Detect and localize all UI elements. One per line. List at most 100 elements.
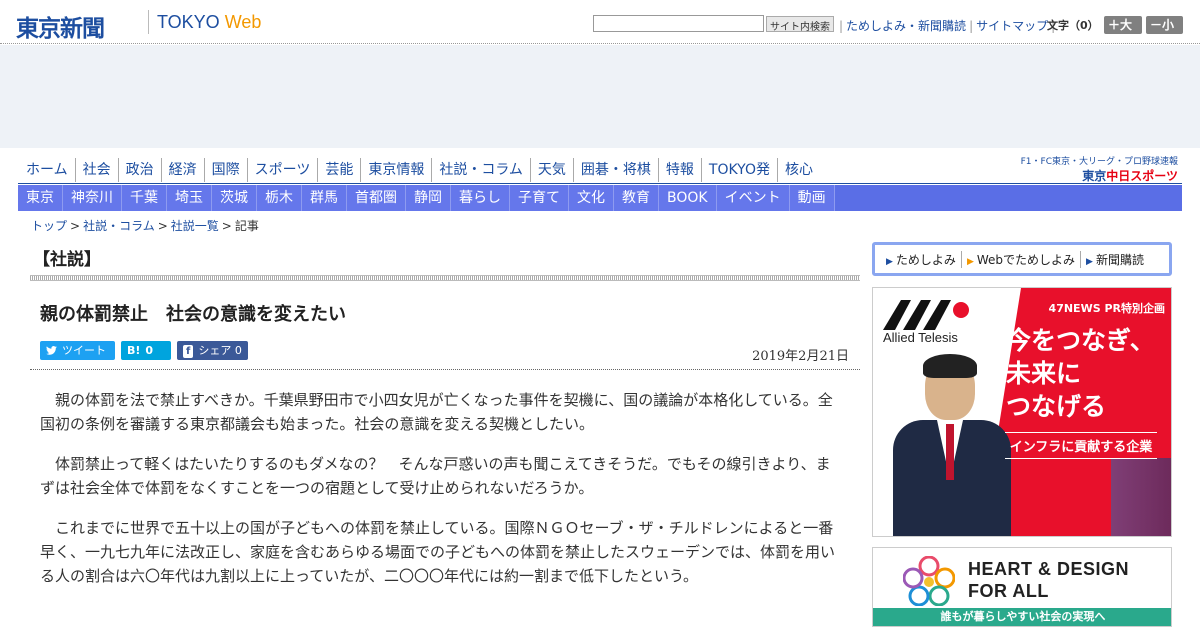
breadcrumb: トップ > 社説・コラム > 社説一覧 > 記事	[31, 217, 259, 234]
side-link-web-trial[interactable]: ▶ Webでためしよみ	[962, 250, 1082, 268]
facebook-icon: f	[183, 345, 194, 358]
article-paragraph: 親の体罰を法で禁止すべきか。千葉県野田市で小四女児が亡くなった事件を契機に、国の…	[40, 391, 833, 433]
sitemap-link[interactable]: サイトマップ	[976, 19, 1048, 33]
gnav-international[interactable]: 国際	[205, 158, 248, 182]
brand-web: Web	[224, 12, 262, 32]
ad-portrait	[893, 354, 1013, 536]
global-nav: ホーム 社会 政治 経済 国際 スポーツ 芸能 東京情報 社説・コラム 天気 囲…	[18, 157, 1182, 184]
snav-chiba[interactable]: 千葉	[122, 185, 167, 211]
gnav-kakushin[interactable]: 核心	[778, 158, 820, 182]
site-logo[interactable]: 東京新聞	[16, 9, 105, 43]
gnav-tokuho[interactable]: 特報	[659, 158, 702, 182]
hatena-bookmark-button[interactable]: B! 0	[121, 341, 171, 360]
fb-share-count: 0	[234, 344, 242, 357]
side-link-subscribe[interactable]: ▶ 新聞購読	[1081, 251, 1149, 268]
heart-design-ad[interactable]: HEART & DESIGN FOR ALL 誰もが暮らしやすい社会の実現へ	[872, 547, 1172, 627]
trial-subscribe-link[interactable]: ためしよみ・新聞購読	[846, 19, 966, 33]
site-search-button[interactable]: サイト内検索	[766, 16, 834, 33]
breadcrumb-top[interactable]: トップ	[31, 219, 67, 233]
gnav-tokyo-info[interactable]: 東京情報	[361, 158, 433, 182]
snav-saitama[interactable]: 埼玉	[167, 185, 212, 211]
search-input[interactable]	[593, 15, 764, 32]
logo-divider	[148, 10, 149, 34]
font-smaller-button[interactable]: －小	[1146, 16, 1183, 34]
date-divider	[30, 369, 860, 370]
ad2-title: HEART & DESIGN FOR ALL	[968, 559, 1130, 601]
allied-telesis-ad[interactable]: Allied Telesis 47NEWS PR特別企画 今をつなぎ、 未来に …	[872, 287, 1172, 537]
snav-shutoken[interactable]: 首都圏	[347, 185, 406, 211]
gnav-entertainment[interactable]: 芸能	[318, 158, 362, 182]
facebook-share-button[interactable]: f シェア 0	[177, 341, 248, 360]
side-link-label: ためしよみ	[895, 252, 956, 267]
font-larger-button[interactable]: ＋大	[1104, 16, 1142, 34]
breadcrumb-editorial-list[interactable]: 社説一覧	[171, 219, 219, 233]
subscription-links: ▶ ためしよみ ▶ Webでためしよみ ▶ 新聞購読	[872, 242, 1172, 276]
snav-event[interactable]: イベント	[716, 185, 790, 211]
gnav-weather[interactable]: 天気	[531, 158, 574, 182]
article-body: 親の体罰を法で禁止すべきか。千葉県野田市で小四女児が亡くなった事件を契機に、国の…	[40, 388, 845, 604]
gnav-go-shogi[interactable]: 囲碁・将棋	[574, 158, 659, 182]
gnav-economy[interactable]: 経済	[162, 158, 205, 182]
tokyo-web-brand[interactable]: TOKYO Web	[157, 12, 261, 33]
article-title: 親の体罰禁止 社会の意識を変えたい	[40, 304, 346, 325]
breadcrumb-sep: >	[221, 219, 232, 233]
triangle-right-icon: ▶	[966, 256, 974, 267]
triangle-right-icon: ▶	[886, 256, 893, 267]
triangle-right-icon: ▶	[1086, 256, 1093, 267]
article-paragraph: 体罰禁止って軽くはたいたりするのもダメなの？ そんな戸惑いの声も聞こえてきそうだ…	[40, 455, 831, 497]
heading-divider	[30, 275, 860, 281]
side-link-trial[interactable]: ▶ ためしよみ	[881, 250, 962, 268]
side-link-label: Webでためしよみ	[976, 252, 1076, 267]
allied-telesis-logo-icon	[883, 300, 969, 330]
snav-kyoiku[interactable]: 教育	[614, 185, 659, 211]
top-ad-banner[interactable]	[0, 45, 1200, 148]
gnav-politics[interactable]: 政治	[119, 158, 162, 182]
snav-book[interactable]: BOOK	[659, 185, 717, 211]
regional-nav: 東京 神奈川 千葉 埼玉 茨城 栃木 群馬 首都圏 静岡 暮らし 子育て 文化 …	[18, 185, 1182, 211]
flower-logo-icon	[903, 556, 955, 606]
snav-kurashi[interactable]: 暮らし	[451, 185, 510, 211]
article-date: 2019年2月21日	[752, 349, 849, 364]
gnav-society[interactable]: 社会	[76, 158, 119, 182]
ad-subline: インフラに貢献する企業	[1005, 432, 1157, 459]
tweet-label: ツイート	[62, 344, 106, 357]
section-heading: 【社説】	[33, 250, 101, 270]
gnav-tokyo-hatsu[interactable]: TOKYO発	[702, 158, 778, 182]
breadcrumb-editorial-column[interactable]: 社説・コラム	[83, 219, 155, 233]
tweet-button[interactable]: ツイート	[40, 341, 115, 360]
snav-kanagawa[interactable]: 神奈川	[63, 185, 122, 211]
snav-kosodate[interactable]: 子育て	[510, 185, 569, 211]
snav-bunka[interactable]: 文化	[569, 185, 614, 211]
snav-gunma[interactable]: 群馬	[302, 185, 347, 211]
gnav-editorial-column[interactable]: 社説・コラム	[432, 158, 531, 182]
breadcrumb-sep: >	[70, 219, 81, 233]
breadcrumb-current: 記事	[234, 219, 259, 233]
chunichi-name: 中日スポーツ	[1106, 169, 1178, 183]
brand-tokyo: TOKYO	[157, 12, 220, 32]
chunichi-tagline: F1・FC東京・大リーグ・プロ野球速報	[1020, 157, 1178, 167]
snav-ibaraki[interactable]: 茨城	[212, 185, 257, 211]
chunichi-prefix: 東京	[1082, 169, 1107, 183]
hatena-count: 0	[145, 344, 154, 357]
hatena-b-icon: B!	[127, 344, 141, 357]
side-link-label: 新聞購読	[1095, 252, 1144, 267]
ad-pr-label: 47NEWS PR特別企画	[1048, 302, 1165, 315]
chunichi-logo: 東京中日スポーツ	[1021, 167, 1178, 184]
snav-tokyo[interactable]: 東京	[18, 185, 63, 211]
divider: |	[969, 19, 974, 33]
gnav-home[interactable]: ホーム	[18, 158, 76, 182]
header-links: | ためしよみ・新聞購読 | サイトマップ |	[836, 17, 1058, 34]
ad-headline: 今をつなぎ、 未来に つなげる	[1006, 326, 1155, 421]
article-paragraph: これまでに世界で五十以上の国が子どもへの体罰を禁止している。国際ＮＧＯセーブ・ザ…	[40, 519, 836, 585]
chunichi-sports-link[interactable]: F1・FC東京・大リーグ・プロ野球速報 東京中日スポーツ	[1021, 154, 1178, 184]
gnav-sports[interactable]: スポーツ	[248, 158, 319, 182]
site-header: 東京新聞 TOKYO Web サイト内検索 | ためしよみ・新聞購読 | サイトマップ…	[0, 0, 1200, 44]
snav-shizuoka[interactable]: 静岡	[406, 185, 451, 211]
breadcrumb-sep: >	[157, 219, 168, 233]
fb-share-label: シェア	[198, 344, 232, 357]
snav-video[interactable]: 動画	[789, 185, 835, 211]
ad2-band: 誰もが暮らしやすい社会の実現へ	[873, 608, 1171, 626]
twitter-bird-icon	[46, 341, 57, 360]
divider: |	[839, 19, 844, 33]
snav-tochigi[interactable]: 栃木	[257, 185, 302, 211]
